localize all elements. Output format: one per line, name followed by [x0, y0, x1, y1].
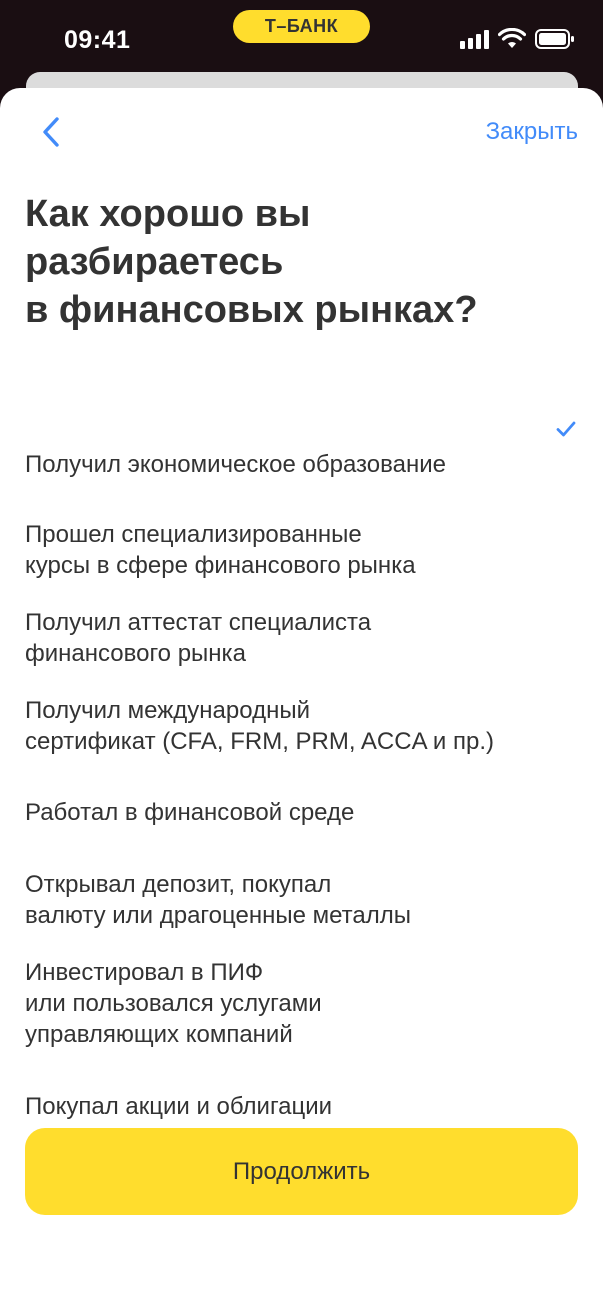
option-label: Открывал депозит, покупал валюту или дра… — [25, 871, 411, 929]
option-financial-work[interactable]: Работал в финансовой среде — [25, 766, 585, 828]
status-icons — [460, 28, 575, 50]
option-specialist-certificate[interactable]: Получил аттестат специалиста финансового… — [25, 576, 585, 669]
battery-icon — [535, 29, 574, 49]
back-button[interactable] — [36, 116, 66, 148]
signal-icon — [460, 29, 489, 49]
option-label: Инвестировал в ПИФ или пользовался услуг… — [25, 959, 322, 1048]
brand-badge: Т–БАНК — [233, 10, 370, 43]
option-label: Получил экономическое образование — [25, 451, 446, 478]
status-bar: 09:41 Т–БАНК — [0, 0, 603, 70]
option-specialized-courses[interactable]: Прошел специализированные курсы в сфере … — [25, 488, 585, 581]
option-label: Получил аттестат специалиста финансового… — [25, 609, 372, 667]
option-stocks-bonds[interactable]: Покупал акции и облигации — [25, 1060, 585, 1122]
option-deposit-currency[interactable]: Открывал депозит, покупал валюту или дра… — [25, 838, 585, 931]
option-label: Получил международный сертификат (CFA, F… — [25, 697, 494, 755]
page-title: Как хорошо вы разбираетесь в финансовых … — [25, 193, 478, 331]
chevron-left-icon — [43, 117, 59, 147]
option-international-certificate[interactable]: Получил международный сертификат (CFA, F… — [25, 664, 585, 757]
option-label: Покупал акции и облигации — [25, 1093, 333, 1120]
status-time: 09:41 — [64, 26, 131, 54]
checkmark-icon — [556, 421, 576, 437]
option-label: Работал в финансовой среде — [25, 799, 355, 826]
continue-button[interactable]: Продолжить — [25, 1128, 578, 1215]
close-button[interactable]: Закрыть — [486, 118, 578, 146]
modal-sheet: Закрыть Как хорошо вы разбираетесь в фин… — [0, 88, 603, 1305]
option-mutual-funds[interactable]: Инвестировал в ПИФ или пользовался услуг… — [25, 926, 585, 1050]
wifi-icon — [498, 28, 526, 48]
option-label: Прошел специализированные курсы в сфере … — [25, 521, 416, 579]
